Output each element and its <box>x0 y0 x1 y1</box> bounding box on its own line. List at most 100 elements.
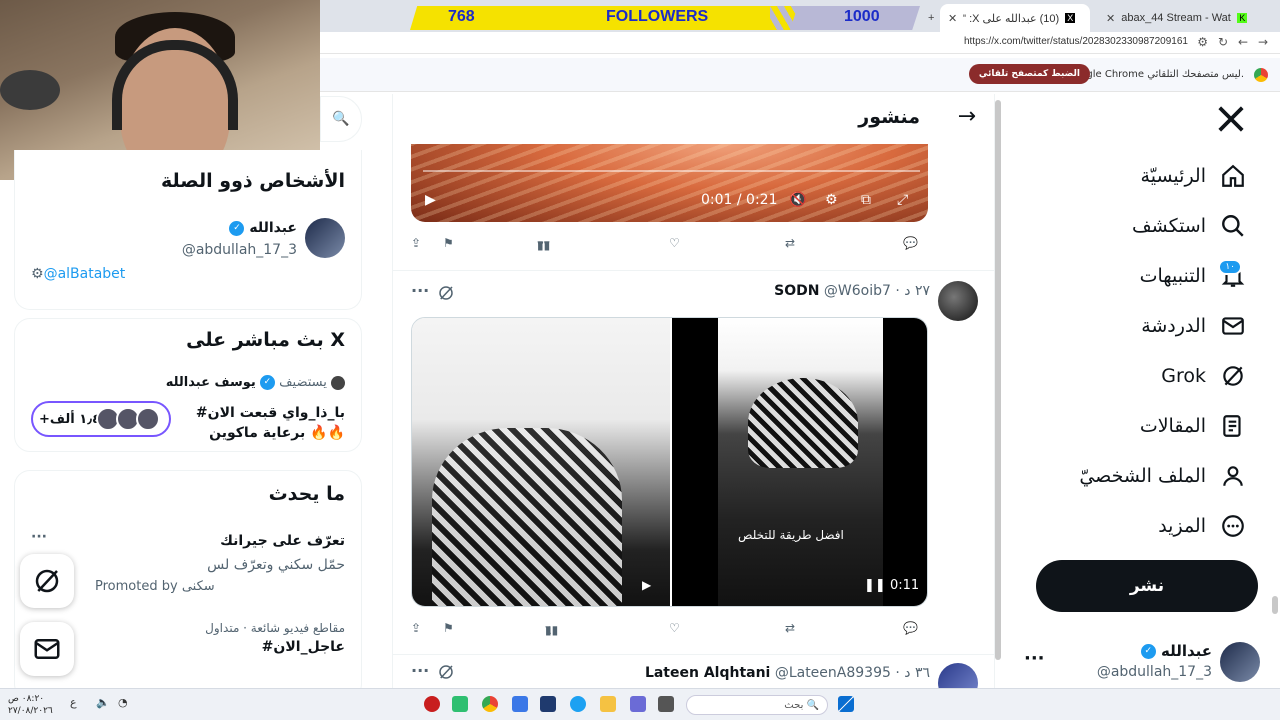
mute-icon[interactable]: 🔇 <box>789 192 806 208</box>
nav-profile[interactable]: الملف الشخصيّ <box>1079 456 1246 496</box>
trend-title[interactable]: تعرّف على جيرانك <box>220 533 345 549</box>
close-icon[interactable]: ✕ <box>1106 12 1115 25</box>
share-icon[interactable]: ⇪ <box>411 621 421 635</box>
app-icon[interactable] <box>630 696 646 712</box>
chrome-icon[interactable] <box>482 696 498 712</box>
grok-icon[interactable] <box>437 663 455 681</box>
play-icon[interactable]: ▶ <box>642 578 651 592</box>
fullscreen-icon[interactable]: ⤢ <box>897 192 908 208</box>
taskbar-clock[interactable]: ٠٨:٢٠ ص ٢٧/٠٨/٢٠٢٦ <box>8 693 53 717</box>
messages-floating-button[interactable] <box>20 622 74 676</box>
grok-icon[interactable] <box>437 284 455 302</box>
like-icon[interactable]: ♡ <box>669 236 680 250</box>
avatar[interactable] <box>938 663 978 688</box>
url-field[interactable]: https://x.com/twitter/status/20283023309… <box>964 36 1188 47</box>
site-settings-icon[interactable]: ⚙ <box>1197 35 1208 49</box>
wifi-icon[interactable]: ◔ <box>118 696 134 712</box>
more-icon <box>1222 515 1244 537</box>
page-title: منشور <box>858 106 920 128</box>
forward-icon[interactable]: ← <box>1238 35 1248 49</box>
followers-goal: 1000 <box>844 8 880 25</box>
live-on-x-card[interactable]: بث مباشر على X يستضيف ✓ يوسف عبدالله #با… <box>14 318 362 452</box>
video-player[interactable]: ▶ 0:01 / 0:21 🔇 ⚙ ⧉ ⤢ <box>411 144 928 222</box>
repost-icon[interactable]: ⇄ <box>785 621 795 635</box>
back-arrow-icon[interactable]: → <box>958 104 976 129</box>
tweet-reply[interactable]: Lateen Alqhtani @LateenA89395 · ٣٦ د ··· <box>393 654 994 688</box>
share-icon[interactable]: ⇪ <box>411 236 421 250</box>
tab-kick-stream[interactable]: ✕ abax_44 Stream - Watch Live o... K <box>1098 4 1258 32</box>
language-icon[interactable]: ع <box>70 696 86 712</box>
tweet-author: SODN <box>774 283 820 299</box>
app-icon[interactable] <box>512 696 528 712</box>
more-options-icon[interactable]: ··· <box>31 529 47 545</box>
post-detail-column: ▶ 0:01 / 0:21 🔇 ⚙ ⧉ ⤢ منشور → ⇪ ⚑ ▮▮ ٣٧ … <box>392 94 995 688</box>
tweet-time: ٢٧ د <box>904 283 930 299</box>
app-icon[interactable] <box>452 696 468 712</box>
back-icon[interactable]: → <box>1258 35 1268 49</box>
file-explorer-icon[interactable] <box>600 696 616 712</box>
nav-more[interactable]: المزيد <box>1158 506 1246 546</box>
search-icon <box>1222 215 1244 237</box>
card-heading: ما يحدث <box>268 483 345 505</box>
tweet-video[interactable]: افضل طريقة للتخلص ▶ ❚❚ 0:11 <box>411 317 928 607</box>
reply-icon[interactable]: 💬 <box>903 621 918 635</box>
card-heading: بث مباشر على X <box>186 329 345 351</box>
reload-icon[interactable]: ↻ <box>1218 35 1228 49</box>
post-button[interactable]: نشر <box>1036 560 1258 612</box>
like-icon[interactable]: ♡ <box>669 621 680 635</box>
tweet1-actions: ⇪ ⚑ ▮▮ ٣٧ ♡ ⇄ 💬 <box>411 236 918 252</box>
avatar <box>136 407 160 431</box>
taskbar-search[interactable]: بحث 🔍 <box>686 695 828 715</box>
play-icon[interactable]: ▶ <box>425 192 436 208</box>
main-scrollbar[interactable] <box>995 100 1001 660</box>
account-switcher[interactable]: ✓ عبدالله @abdullah_17_3 ··· <box>1020 640 1260 688</box>
tweet2-actions: ⇪ ⚑ ▮▮ ٦ ♡ ⇄ 💬 <box>411 621 918 637</box>
reply-icon[interactable]: 💬 <box>903 236 918 250</box>
search-icon: 🔍 <box>806 699 819 711</box>
grok-floating-button[interactable] <box>20 554 74 608</box>
nav-articles[interactable]: المقالات <box>1140 406 1246 446</box>
more-options-icon[interactable]: ··· <box>411 661 429 680</box>
nav-explore[interactable]: استكشف <box>1132 206 1246 246</box>
tweet-time: ٣٦ د <box>904 665 930 681</box>
video-caption: افضل طريقة للتخلص <box>738 528 844 542</box>
grok-icon <box>35 569 59 593</box>
followers-label: FOLLOWERS <box>606 8 709 25</box>
tab-x-post[interactable]: ✕ (10) عبدالله على X: "السلام عليكم... X <box>940 4 1090 32</box>
chrome-logo-icon <box>1254 68 1268 82</box>
video-progress-bar[interactable] <box>423 170 920 172</box>
picture-in-picture-icon[interactable]: ⧉ <box>861 192 871 208</box>
app-icon[interactable] <box>658 696 674 712</box>
more-options-icon[interactable]: ··· <box>411 281 429 300</box>
listeners-pill[interactable]: +١٫٤ ألف <box>31 401 171 437</box>
nav-chat[interactable]: الدردشة <box>1141 306 1246 346</box>
edge-icon[interactable] <box>570 696 586 712</box>
nav-grok[interactable]: Grok <box>1161 356 1246 396</box>
infobar-message: Google Chrome ليس متصفحك التلقائي. <box>1066 69 1244 80</box>
windows-start-icon[interactable] <box>838 696 854 712</box>
nav-home[interactable]: الرئيسيّة <box>1141 156 1246 196</box>
set-default-button[interactable]: الضبط كمتصفح تلقائي <box>968 64 1090 84</box>
post-header: منشور → <box>393 94 994 144</box>
tweet-reply[interactable]: SODN @W6oib7 · ٢٧ د ··· افضل طريقة للتخل… <box>393 270 994 640</box>
avatar[interactable] <box>938 281 978 321</box>
avatar[interactable] <box>305 218 345 258</box>
settings-icon[interactable]: ⚙ <box>825 192 838 208</box>
trend-hashtag[interactable]: #عاجل_الان <box>262 639 345 655</box>
search-icon[interactable]: 🔍 <box>320 96 362 142</box>
repost-icon[interactable]: ⇄ <box>785 236 795 250</box>
app-icon[interactable] <box>540 696 556 712</box>
bookmark-icon[interactable]: ⚑ <box>443 621 454 635</box>
video-duration: ❚❚ 0:11 <box>864 578 920 593</box>
volume-icon[interactable]: 🔈 <box>96 696 112 712</box>
articles-icon <box>1223 415 1241 437</box>
x-logo-icon[interactable] <box>1216 104 1246 134</box>
profile-icon <box>1223 466 1243 486</box>
bookmark-icon[interactable]: ⚑ <box>443 236 454 250</box>
more-options-icon[interactable]: ··· <box>1024 648 1045 669</box>
address-bar: https://x.com/twitter/status/20283023309… <box>320 32 1280 54</box>
obs-icon[interactable] <box>424 696 440 712</box>
live-title[interactable]: #با_ذا_واي قبعت الان 🔥🔥 برعاية ماكوين <box>175 403 345 443</box>
close-icon[interactable]: ✕ <box>948 12 957 25</box>
page-scrollbar[interactable] <box>1272 596 1278 614</box>
